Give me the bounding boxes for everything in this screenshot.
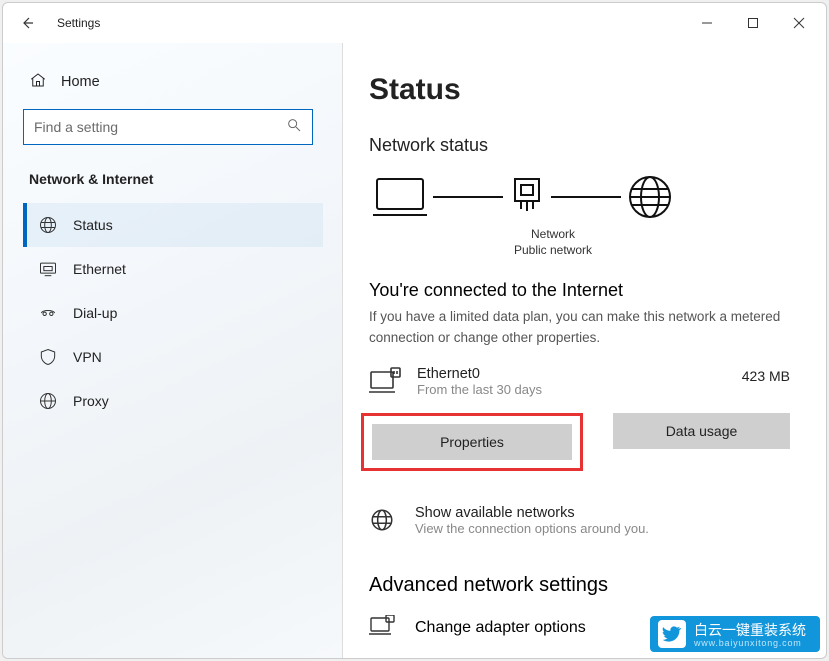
search-icon xyxy=(286,117,302,138)
vpn-icon xyxy=(37,347,59,367)
app-title: Settings xyxy=(47,16,100,30)
sidebar-item-vpn[interactable]: VPN xyxy=(23,335,323,379)
home-label: Home xyxy=(61,74,100,90)
properties-button[interactable]: Properties xyxy=(372,424,572,460)
sidebar-item-label: Dial-up xyxy=(73,305,117,321)
globe-small-icon xyxy=(369,505,401,538)
show-available-networks[interactable]: Show available networks View the connect… xyxy=(369,505,790,538)
device-icon xyxy=(373,175,427,219)
search-box[interactable] xyxy=(23,109,313,145)
sidebar-nav: Status Ethernet Dial-up xyxy=(23,203,323,423)
sidebar-item-label: Ethernet xyxy=(73,261,126,277)
sidebar-item-label: VPN xyxy=(73,349,102,365)
search-input[interactable] xyxy=(34,119,286,135)
adapter-icon xyxy=(369,366,405,401)
sidebar-item-ethernet[interactable]: Ethernet xyxy=(23,247,323,291)
watermark-url: www.baiyunxitong.com xyxy=(694,638,806,648)
page-title: Status xyxy=(369,73,790,107)
back-arrow-icon xyxy=(19,15,35,31)
connected-heading: You're connected to the Internet xyxy=(369,280,790,301)
adapter-summary-row: Ethernet0 From the last 30 days 423 MB xyxy=(369,366,790,401)
sidebar-item-label: Proxy xyxy=(73,393,109,409)
maximize-button[interactable] xyxy=(730,3,776,43)
adapter-options-icon xyxy=(369,615,401,642)
adapter-usage: 423 MB xyxy=(742,366,790,384)
settings-window: Settings Home xyxy=(2,2,827,659)
maximize-icon xyxy=(747,17,759,29)
adapter-name: Ethernet0 xyxy=(417,366,730,382)
sidebar-home[interactable]: Home xyxy=(23,63,323,109)
sidebar-section-title: Network & Internet xyxy=(29,171,323,187)
minimize-icon xyxy=(701,17,713,29)
diagram-connector xyxy=(551,196,621,198)
available-networks-title: Show available networks xyxy=(415,505,649,521)
sidebar: Home Network & Internet Status xyxy=(3,43,343,658)
watermark: 白云一键重装系统 www.baiyunxitong.com xyxy=(650,616,820,652)
sidebar-item-dialup[interactable]: Dial-up xyxy=(23,291,323,335)
available-networks-desc: View the connection options around you. xyxy=(415,521,649,536)
diagram-caption: Network Public network xyxy=(493,226,790,258)
watermark-title: 白云一键重装系统 xyxy=(694,622,806,638)
adapter-buttons: Properties Data usage xyxy=(369,413,790,471)
proxy-icon xyxy=(37,391,59,411)
adapter-subtext: From the last 30 days xyxy=(417,382,730,397)
connected-description: If you have a limited data plan, you can… xyxy=(369,307,790,348)
change-adapter-label: Change adapter options xyxy=(415,619,586,637)
data-usage-button[interactable]: Data usage xyxy=(613,413,790,449)
status-icon xyxy=(37,215,59,235)
annotation-highlight: Properties xyxy=(361,413,583,471)
main-content: Status Network status Network Public net… xyxy=(343,43,826,658)
home-icon xyxy=(29,71,47,93)
titlebar: Settings xyxy=(3,3,826,43)
ethernet-icon xyxy=(37,259,59,279)
network-status-heading: Network status xyxy=(369,135,790,156)
sidebar-item-status[interactable]: Status xyxy=(23,203,323,247)
sidebar-item-proxy[interactable]: Proxy xyxy=(23,379,323,423)
minimize-button[interactable] xyxy=(684,3,730,43)
close-icon xyxy=(793,17,805,29)
sidebar-item-label: Status xyxy=(73,217,113,233)
globe-icon xyxy=(627,174,673,220)
dialup-icon xyxy=(37,303,59,323)
close-button[interactable] xyxy=(776,3,822,43)
network-node-icon xyxy=(509,177,545,217)
network-diagram xyxy=(373,174,790,220)
back-button[interactable] xyxy=(7,15,47,31)
diagram-connector xyxy=(433,196,503,198)
watermark-logo-icon xyxy=(658,620,686,648)
advanced-settings-heading: Advanced network settings xyxy=(369,574,790,597)
